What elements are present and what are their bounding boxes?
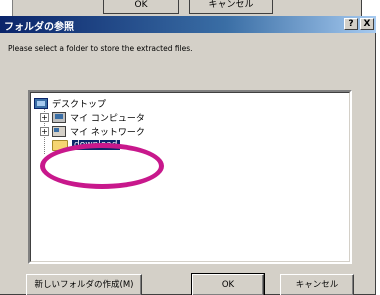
background-cancel-button[interactable]: キャンセル xyxy=(189,0,273,14)
background-ok-button[interactable]: OK xyxy=(103,0,179,14)
tree-item-label: デスクトップ xyxy=(52,99,107,110)
tree-item-desktop[interactable]: デスクトップ xyxy=(34,96,106,110)
tree-item-label: マイ ネットワーク xyxy=(70,127,145,138)
tree-item-label: マイ コンピュータ xyxy=(70,113,145,124)
new-folder-button[interactable]: 新しいフォルダの作成(M) xyxy=(26,274,142,295)
computer-icon xyxy=(52,111,66,123)
expand-icon[interactable]: + xyxy=(40,126,49,136)
tree-item-my-computer[interactable]: + マイ コンピュータ xyxy=(40,110,145,124)
ok-button[interactable]: OK xyxy=(191,273,265,295)
cancel-button[interactable]: キャンセル xyxy=(280,274,354,295)
tree-item-my-network[interactable]: + マイ ネットワーク xyxy=(40,124,145,138)
title-bar[interactable]: フォルダの参照 ? X xyxy=(0,16,376,33)
expand-icon[interactable]: + xyxy=(40,112,49,122)
dialog-title: フォルダの参照 xyxy=(4,22,74,33)
desktop-icon xyxy=(34,97,48,109)
highlight-ring xyxy=(40,143,164,189)
help-button[interactable]: ? xyxy=(344,18,358,30)
close-button[interactable]: X xyxy=(360,18,374,30)
instruction-text: Please select a folder to store the extr… xyxy=(8,44,193,53)
browse-folder-dialog: フォルダの参照 ? X Please select a folder to st… xyxy=(0,16,376,295)
network-icon xyxy=(52,125,66,137)
